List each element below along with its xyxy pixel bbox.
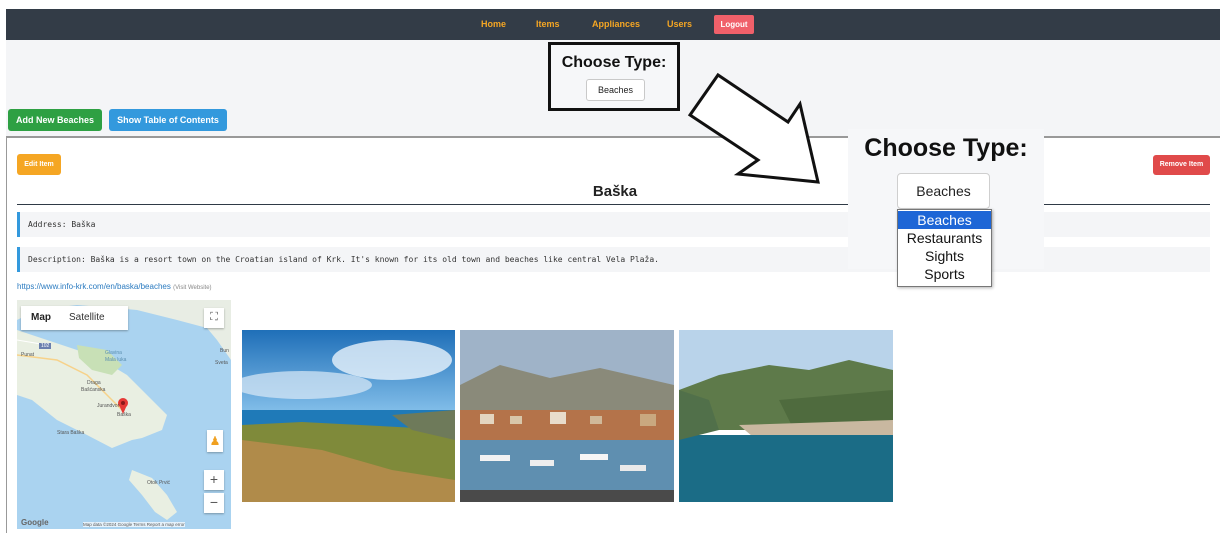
- photo-3: [679, 330, 893, 502]
- option-restaurants[interactable]: Restaurants: [898, 229, 991, 247]
- zoomed-type-label: Choose Type:: [864, 134, 1028, 162]
- map-label-mala-luka: Mala luka: [105, 357, 127, 363]
- map-tab-map[interactable]: Map: [31, 306, 51, 330]
- map-type-tabs: Map Satellite: [21, 306, 128, 330]
- type-selector-label: Choose Type:: [561, 54, 667, 71]
- zoomed-type-select[interactable]: Beaches: [897, 173, 990, 209]
- pointer-arrow: [687, 72, 820, 184]
- map-label-jurandvor: Jurandvor: [97, 403, 120, 409]
- pegman-icon[interactable]: ♟: [207, 430, 223, 452]
- map-label-bascanska: Bašćanska: [81, 387, 106, 393]
- show-toc-button[interactable]: Show Table of Contents: [109, 109, 227, 131]
- map-label-road: 102: [39, 343, 52, 349]
- google-logo: Google: [21, 518, 49, 527]
- map-label-draga: Draga: [87, 380, 101, 386]
- fullscreen-icon[interactable]: ⛶: [204, 308, 224, 328]
- nav-home[interactable]: Home: [481, 19, 506, 29]
- nav-users[interactable]: Users: [667, 19, 692, 29]
- logout-button[interactable]: Logout: [714, 15, 754, 34]
- map-footer: Map data ©2024 Google Terms Report a map…: [83, 522, 185, 527]
- map-label-stara-baska: Stara Baška: [57, 430, 85, 436]
- zoom-in-button[interactable]: +: [204, 470, 224, 490]
- option-beaches[interactable]: Beaches: [898, 211, 991, 229]
- type-select[interactable]: Beaches: [586, 79, 645, 101]
- map-label-glavina: Glavina: [105, 350, 122, 356]
- map-tab-satellite[interactable]: Satellite: [69, 306, 105, 330]
- embedded-map[interactable]: Map Satellite ⛶ ♟ + − Punat 102 Glavina …: [17, 300, 231, 529]
- type-selector-box: Choose Type: Beaches: [548, 42, 680, 111]
- option-sports[interactable]: Sports: [898, 265, 991, 283]
- visit-website-note: (Visit Website): [173, 285, 212, 291]
- photo-2: [460, 330, 674, 502]
- edit-item-button[interactable]: Edit Item: [17, 154, 61, 175]
- map-label-otok-prvic: Otok Prvić: [147, 480, 171, 486]
- remove-item-button[interactable]: Remove Item: [1153, 155, 1210, 175]
- page: Home Items Appliances Users Logout Choos…: [0, 0, 1220, 533]
- map-label-punat: Punat: [21, 352, 35, 358]
- nav-items[interactable]: Items: [536, 19, 560, 29]
- website-url[interactable]: https://www.info-krk.com/en/baska/beache…: [17, 282, 171, 291]
- zoom-out-button[interactable]: −: [204, 493, 224, 513]
- website-link[interactable]: https://www.info-krk.com/en/baska/beache…: [17, 282, 212, 291]
- type-dropdown-menu: Beaches Restaurants Sights Sports: [897, 209, 992, 287]
- top-nav: Home Items Appliances Users Logout: [6, 9, 1220, 40]
- card-border-left: [6, 137, 7, 533]
- option-sights[interactable]: Sights: [898, 247, 991, 265]
- map-label-baska: Baška: [117, 412, 131, 418]
- nav-appliances[interactable]: Appliances: [592, 19, 640, 29]
- add-new-button[interactable]: Add New Beaches: [8, 109, 102, 131]
- item-title: Baška: [592, 183, 638, 200]
- photo-1: [242, 330, 455, 502]
- map-label-bun: Bun: [220, 348, 229, 354]
- map-label-sveta: Sveta: [215, 360, 228, 366]
